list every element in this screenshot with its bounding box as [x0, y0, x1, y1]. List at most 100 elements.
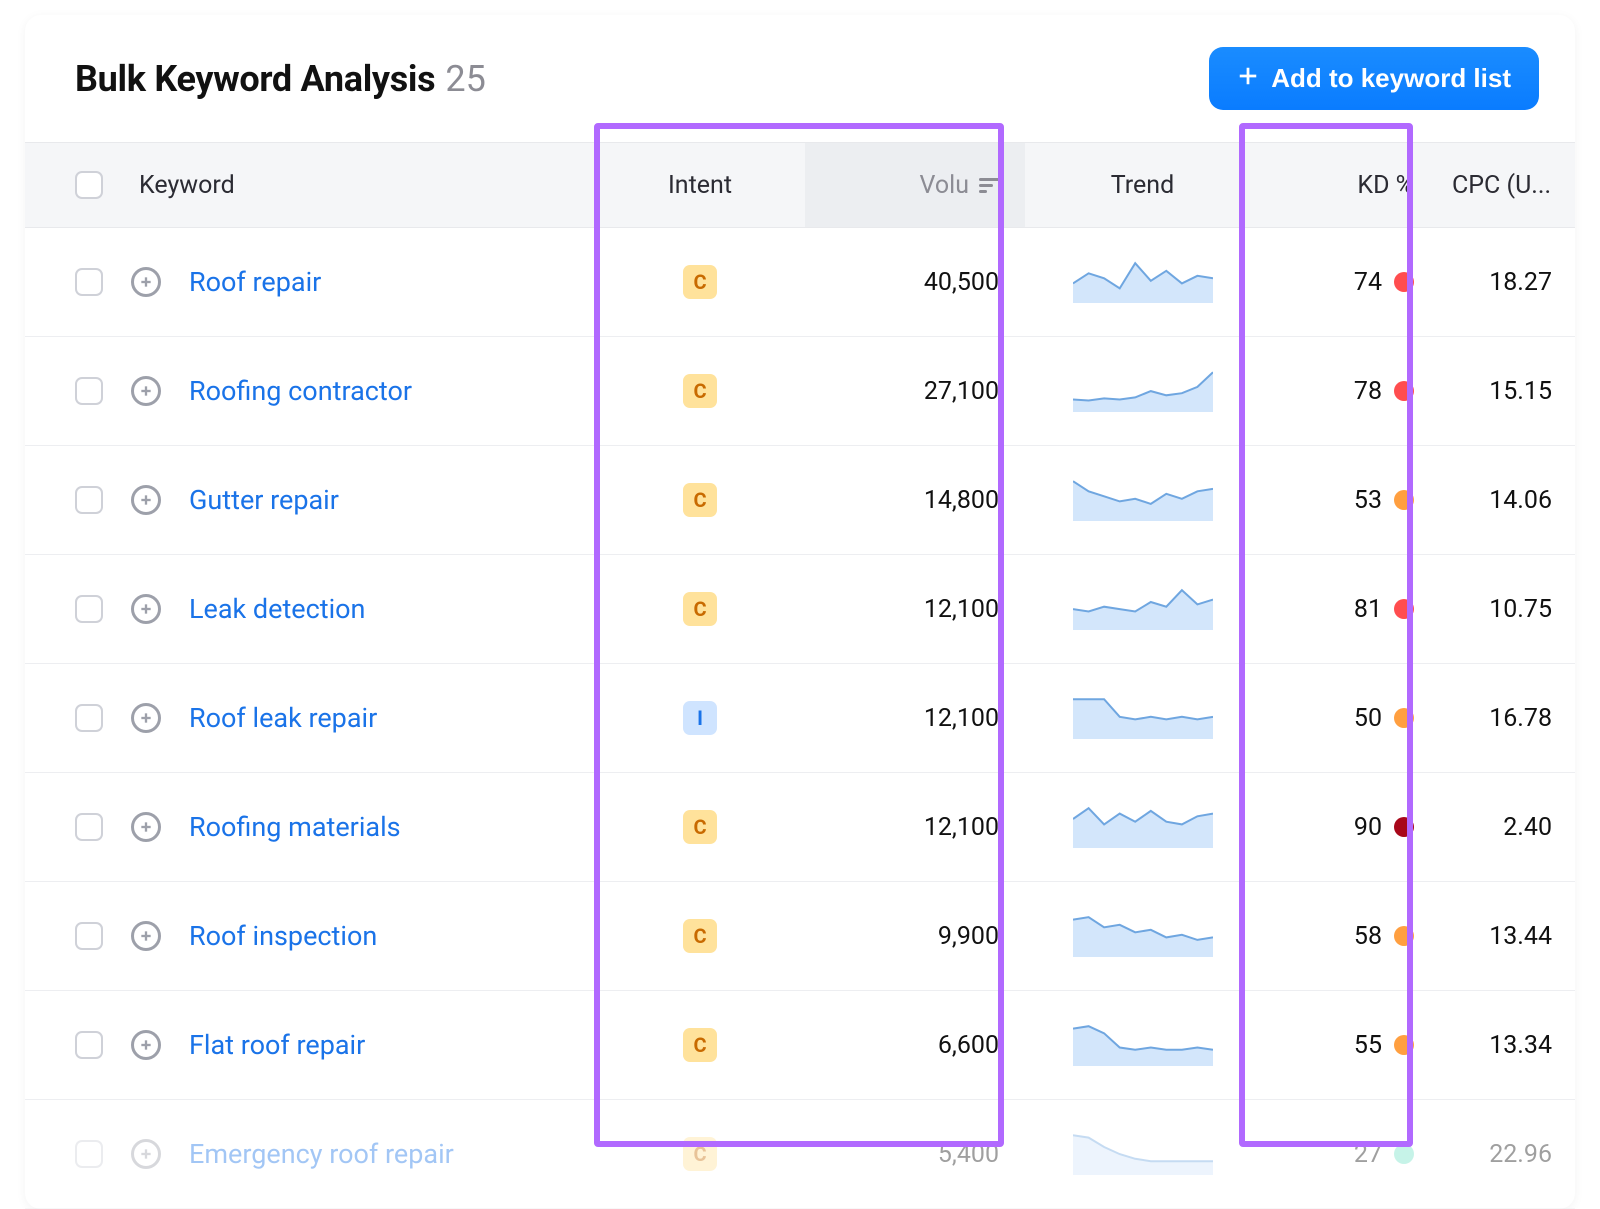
keyword-link[interactable]: Flat roof repair: [189, 1029, 365, 1061]
cell-volume: 40,500: [805, 228, 1025, 336]
expand-icon[interactable]: [131, 485, 161, 515]
table-row: Leak detection C 12,100 81 10.75: [25, 555, 1575, 664]
keyword-link[interactable]: Gutter repair: [189, 484, 339, 516]
table-header: Keyword Intent Volu Trend KD % CPC (U...: [25, 142, 1575, 228]
table-row: Emergency roof repair C 5,400 27 22.96: [25, 1100, 1575, 1209]
row-checkbox[interactable]: [75, 377, 103, 405]
row-checkbox[interactable]: [75, 704, 103, 732]
row-checkbox[interactable]: [75, 268, 103, 296]
intent-badge[interactable]: C: [683, 1137, 717, 1171]
keyword-link[interactable]: Roofing materials: [189, 811, 401, 843]
intent-badge[interactable]: I: [683, 701, 717, 735]
col-trend[interactable]: Trend: [1025, 143, 1260, 227]
select-all-checkbox[interactable]: [75, 171, 103, 199]
trend-sparkline: [1073, 1133, 1213, 1175]
cell-trend: [1025, 228, 1260, 336]
keyword-link[interactable]: Roof repair: [189, 266, 321, 298]
cell-kd: 78: [1260, 337, 1440, 445]
intent-badge[interactable]: C: [683, 592, 717, 626]
table-row: Roof repair C 40,500 74 18.27: [25, 228, 1575, 337]
expand-icon[interactable]: [131, 812, 161, 842]
col-kd[interactable]: KD %: [1260, 143, 1440, 227]
cell-kd: 81: [1260, 555, 1440, 663]
cell-volume: 9,900: [805, 882, 1025, 990]
col-keyword[interactable]: Keyword: [25, 143, 595, 227]
cell-cpc: 10.75: [1440, 555, 1570, 663]
col-volume-label: Volu: [920, 171, 969, 200]
trend-sparkline: [1073, 479, 1213, 521]
cell-keyword: Roofing contractor: [25, 337, 595, 445]
intent-badge[interactable]: C: [683, 483, 717, 517]
keyword-analysis-panel: Bulk Keyword Analysis 25 Add to keyword …: [25, 15, 1575, 1209]
row-checkbox[interactable]: [75, 813, 103, 841]
cell-volume: 5,400: [805, 1100, 1025, 1208]
table-row: Flat roof repair C 6,600 55 13.34: [25, 991, 1575, 1100]
expand-icon[interactable]: [131, 594, 161, 624]
cell-volume: 6,600: [805, 991, 1025, 1099]
col-trend-label: Trend: [1111, 171, 1174, 200]
cell-intent: C: [595, 991, 805, 1099]
cell-cpc: 13.44: [1440, 882, 1570, 990]
result-count: 25: [445, 58, 485, 100]
cell-cpc: 14.06: [1440, 446, 1570, 554]
cell-intent: C: [595, 228, 805, 336]
cell-intent: I: [595, 664, 805, 772]
expand-icon[interactable]: [131, 376, 161, 406]
cell-cpc: 2.40: [1440, 773, 1570, 881]
cell-intent: C: [595, 446, 805, 554]
intent-badge[interactable]: C: [683, 810, 717, 844]
kd-dot: [1394, 817, 1414, 837]
cell-keyword: Emergency roof repair: [25, 1100, 595, 1208]
cell-trend: [1025, 773, 1260, 881]
col-intent[interactable]: Intent: [595, 143, 805, 227]
cell-cpc: 18.27: [1440, 228, 1570, 336]
kd-dot: [1394, 708, 1414, 728]
cell-cpc: 15.15: [1440, 337, 1570, 445]
kd-dot: [1394, 490, 1414, 510]
cell-kd: 90: [1260, 773, 1440, 881]
expand-icon[interactable]: [131, 1030, 161, 1060]
kd-dot: [1394, 272, 1414, 292]
sort-desc-icon: [979, 178, 999, 193]
row-checkbox[interactable]: [75, 1140, 103, 1168]
cell-keyword: Roof inspection: [25, 882, 595, 990]
cell-cpc: 16.78: [1440, 664, 1570, 772]
panel-header: Bulk Keyword Analysis 25 Add to keyword …: [25, 15, 1575, 142]
intent-badge[interactable]: C: [683, 265, 717, 299]
keyword-link[interactable]: Roof leak repair: [189, 702, 377, 734]
cell-volume: 12,100: [805, 664, 1025, 772]
row-checkbox[interactable]: [75, 1031, 103, 1059]
cell-trend: [1025, 446, 1260, 554]
title-wrap: Bulk Keyword Analysis 25: [75, 58, 486, 100]
keyword-link[interactable]: Roofing contractor: [189, 375, 412, 407]
col-keyword-label: Keyword: [139, 171, 235, 200]
add-to-keyword-list-button[interactable]: Add to keyword list: [1209, 47, 1539, 110]
keyword-link[interactable]: Leak detection: [189, 593, 365, 625]
expand-icon[interactable]: [131, 1139, 161, 1169]
expand-icon[interactable]: [131, 921, 161, 951]
cell-trend: [1025, 664, 1260, 772]
row-checkbox[interactable]: [75, 922, 103, 950]
col-volume[interactable]: Volu: [805, 143, 1025, 227]
cell-cpc: 13.34: [1440, 991, 1570, 1099]
intent-badge[interactable]: C: [683, 374, 717, 408]
kd-value: 74: [1354, 268, 1382, 297]
cell-trend: [1025, 991, 1260, 1099]
cell-intent: C: [595, 555, 805, 663]
keyword-link[interactable]: Emergency roof repair: [189, 1138, 454, 1170]
kd-value: 50: [1354, 704, 1382, 733]
row-checkbox[interactable]: [75, 486, 103, 514]
keyword-link[interactable]: Roof inspection: [189, 920, 377, 952]
row-checkbox[interactable]: [75, 595, 103, 623]
trend-sparkline: [1073, 806, 1213, 848]
cell-cpc: 22.96: [1440, 1100, 1570, 1208]
intent-badge[interactable]: C: [683, 1028, 717, 1062]
cell-trend: [1025, 337, 1260, 445]
expand-icon[interactable]: [131, 267, 161, 297]
table-row: Gutter repair C 14,800 53 14.06: [25, 446, 1575, 555]
page-title: Bulk Keyword Analysis: [75, 58, 435, 100]
cell-trend: [1025, 1100, 1260, 1208]
intent-badge[interactable]: C: [683, 919, 717, 953]
expand-icon[interactable]: [131, 703, 161, 733]
col-cpc[interactable]: CPC (U...: [1440, 143, 1570, 227]
